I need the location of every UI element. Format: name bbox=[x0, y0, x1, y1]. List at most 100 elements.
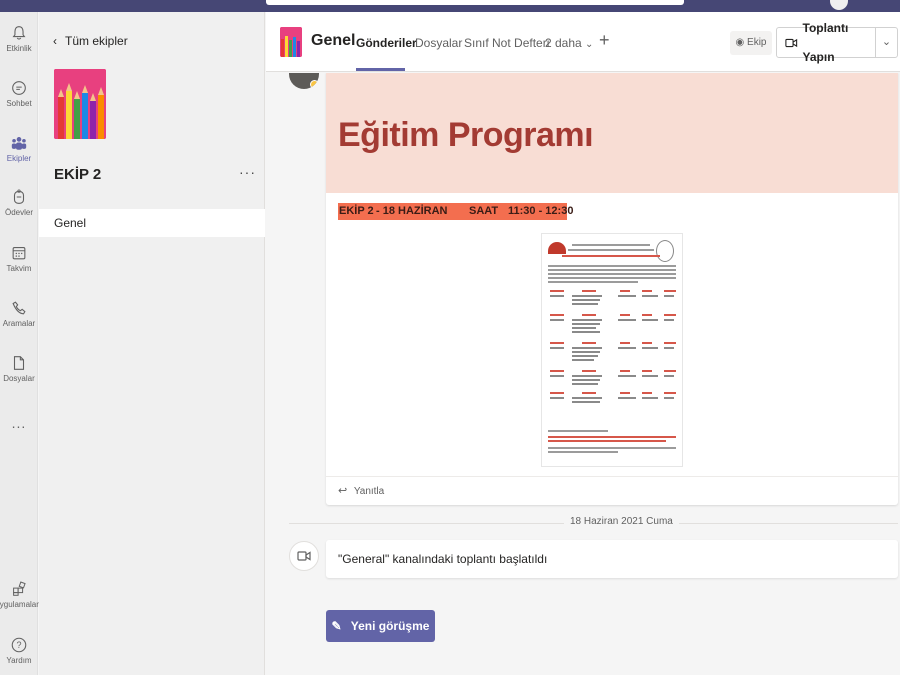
doc-line bbox=[562, 255, 660, 257]
team-info-label: Ekip bbox=[747, 37, 767, 48]
apps-icon bbox=[13, 581, 26, 596]
crest-image bbox=[656, 240, 674, 262]
schedule-highlight: EKİP 2 - 18 HAZİRAN SAAT 11:30 - 12:30 bbox=[338, 203, 573, 220]
doc-line bbox=[548, 430, 608, 432]
search-input[interactable] bbox=[266, 0, 684, 5]
doc-line bbox=[548, 281, 638, 283]
reply-arrow-icon: ↩ bbox=[338, 485, 348, 497]
rail-label: Uygulamalar bbox=[0, 600, 39, 609]
channel-item-general[interactable]: Genel bbox=[39, 209, 265, 237]
team-panel: ‹ Tüm ekipler EKİP 2 ··· Genel bbox=[39, 12, 265, 675]
new-conversation-button[interactable]: ✎ Yeni görüşme bbox=[326, 610, 435, 642]
rail-item-chat[interactable]: Sohbet bbox=[0, 79, 38, 108]
meet-dropdown-button[interactable]: ⌄ bbox=[875, 28, 897, 57]
pencils-image bbox=[280, 27, 302, 57]
doc-line bbox=[548, 447, 676, 449]
phone-icon bbox=[12, 301, 26, 315]
file-icon bbox=[13, 356, 25, 370]
back-label: Tüm ekipler bbox=[65, 34, 128, 48]
highlight-time: 11:30 - 12:30 bbox=[508, 205, 574, 217]
status-badge bbox=[310, 80, 319, 89]
post-banner: Eğitim Programı bbox=[326, 73, 898, 193]
meet-now-label: Toplantı Yapın bbox=[802, 20, 849, 64]
more-tabs-label: 2 daha bbox=[545, 36, 582, 50]
rail-label: Ekipler bbox=[6, 154, 32, 163]
rail-label: Sohbet bbox=[6, 99, 32, 108]
doc-line bbox=[548, 451, 618, 453]
add-tab-button[interactable]: + bbox=[599, 30, 610, 51]
app-rail: Etkinlik Sohbet Ekipler Ödevler Takvim A… bbox=[0, 12, 39, 675]
rail-item-calendar[interactable]: Takvim bbox=[0, 244, 38, 273]
doc-line bbox=[548, 440, 666, 442]
team-info-button[interactable]: ◉ Ekip bbox=[730, 31, 772, 55]
tab-class-notebook[interactable]: Sınıf Not Defteri bbox=[464, 36, 549, 50]
team-logo[interactable] bbox=[54, 69, 106, 139]
team-more-options-button[interactable]: ··· bbox=[239, 164, 256, 180]
chevron-left-icon: ‹ bbox=[53, 34, 57, 48]
doc-table-block bbox=[546, 290, 678, 312]
meeting-event-icon bbox=[289, 541, 319, 571]
university-logo bbox=[548, 242, 566, 254]
posts-feed[interactable]: Eğitim Programı EKİP 2 - 18 HAZİRAN SAAT… bbox=[266, 73, 900, 675]
rail-label: Aramalar bbox=[2, 319, 36, 328]
doc-table-block bbox=[546, 342, 678, 364]
doc-table-block bbox=[546, 392, 678, 414]
back-to-teams-link[interactable]: ‹ Tüm ekipler bbox=[53, 34, 128, 48]
meeting-started-message[interactable]: "General" kanalındaki toplantı başlatıld… bbox=[326, 540, 898, 578]
highlight-team: EKİP 2 bbox=[339, 205, 374, 217]
author-avatar[interactable] bbox=[289, 73, 319, 89]
doc-line bbox=[572, 244, 650, 246]
title-bar bbox=[0, 0, 900, 12]
bell-icon bbox=[12, 26, 26, 40]
channel-team-logo bbox=[280, 27, 302, 57]
eye-icon: ◉ bbox=[735, 37, 745, 48]
help-icon: ? bbox=[11, 637, 27, 653]
rail-more-button[interactable]: ... bbox=[0, 415, 38, 431]
user-avatar[interactable] bbox=[830, 0, 848, 10]
tab-posts[interactable]: Gönderiler bbox=[356, 36, 417, 50]
doc-table-block bbox=[546, 314, 678, 336]
rail-item-teams[interactable]: Ekipler bbox=[0, 134, 38, 163]
rail-item-activity[interactable]: Etkinlik bbox=[0, 24, 38, 53]
calendar-icon bbox=[12, 247, 26, 260]
video-camera-icon bbox=[785, 38, 798, 47]
meet-now-button-group: Toplantı Yapın ⌄ bbox=[776, 21, 898, 64]
doc-line bbox=[548, 265, 676, 267]
rail-label: Takvim bbox=[6, 264, 32, 273]
channel-title: Genel bbox=[311, 32, 356, 49]
doc-line bbox=[568, 249, 654, 251]
tab-files[interactable]: Dosyalar bbox=[415, 36, 462, 50]
post-card[interactable]: Eğitim Programı EKİP 2 - 18 HAZİRAN SAAT… bbox=[326, 73, 898, 505]
meet-now-button[interactable]: Toplantı Yapın bbox=[777, 21, 875, 64]
assignments-icon bbox=[13, 189, 25, 204]
new-conversation-label: Yeni görüşme bbox=[350, 619, 430, 633]
rail-item-calls[interactable]: Aramalar bbox=[0, 299, 38, 328]
reply-label: Yanıtla bbox=[353, 486, 385, 497]
active-tab-indicator bbox=[356, 68, 405, 71]
chat-icon bbox=[12, 81, 26, 95]
chevron-down-icon: ⌄ bbox=[585, 39, 594, 50]
rail-item-assignments[interactable]: Ödevler bbox=[0, 188, 38, 217]
doc-line bbox=[548, 273, 676, 275]
program-document-image[interactable] bbox=[542, 234, 682, 466]
svg-text:?: ? bbox=[16, 640, 21, 650]
rail-item-apps[interactable]: Uygulamalar bbox=[0, 580, 39, 609]
tab-more-tabs[interactable]: 2 daha ⌄ bbox=[545, 36, 593, 50]
more-icon: ... bbox=[11, 415, 27, 431]
doc-table-block bbox=[546, 370, 678, 392]
date-divider: 18 Haziran 2021 Cuma bbox=[564, 516, 679, 527]
doc-line bbox=[548, 436, 676, 438]
reply-button[interactable]: ↩ Yanıtla bbox=[326, 476, 898, 505]
rail-item-files[interactable]: Dosyalar bbox=[0, 354, 38, 383]
rail-label: Yardım bbox=[6, 656, 32, 665]
compose-icon: ✎ bbox=[331, 619, 342, 633]
highlight-date: - 18 HAZİRAN bbox=[376, 205, 448, 217]
rail-item-help[interactable]: ? Yardım bbox=[0, 636, 38, 665]
rail-label: Dosyalar bbox=[3, 374, 35, 383]
doc-line bbox=[548, 277, 676, 279]
doc-line bbox=[548, 269, 676, 271]
teams-icon bbox=[11, 137, 27, 150]
pencils-image bbox=[54, 69, 106, 139]
team-name: EKİP 2 bbox=[54, 166, 102, 183]
highlight-time-label: SAAT bbox=[469, 205, 499, 217]
